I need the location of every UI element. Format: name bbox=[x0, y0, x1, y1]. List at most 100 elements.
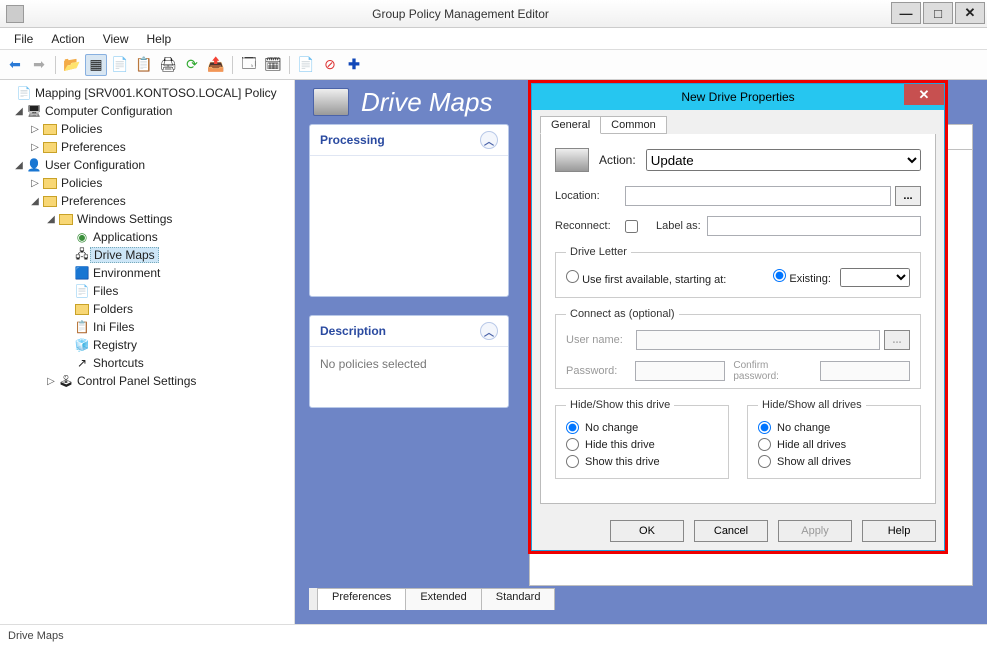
tree-computer-config[interactable]: ◢ 🖥 Computer Configuration bbox=[0, 102, 294, 120]
toolbar-separator bbox=[232, 56, 233, 74]
expander-icon[interactable]: ◢ bbox=[28, 196, 42, 207]
expander-icon[interactable]: ▷ bbox=[28, 178, 42, 189]
menu-file[interactable]: File bbox=[6, 30, 41, 48]
tree-environment[interactable]: 🟦 Environment bbox=[0, 264, 294, 282]
tree-root[interactable]: 📄 Mapping [SRV001.KONTOSO.LOCAL] Policy bbox=[0, 84, 294, 102]
minimize-button[interactable]: — bbox=[891, 2, 921, 24]
show-this-radio[interactable] bbox=[566, 455, 579, 468]
reconnect-checkbox[interactable] bbox=[625, 220, 638, 233]
tree-user-config[interactable]: ◢ 👤 User Configuration bbox=[0, 156, 294, 174]
close-button[interactable]: ✕ bbox=[955, 2, 985, 24]
location-input[interactable] bbox=[625, 186, 891, 206]
folders-icon bbox=[74, 301, 90, 317]
enable-button[interactable]: 📄 bbox=[295, 54, 317, 76]
back-button[interactable]: ⬅ bbox=[4, 54, 26, 76]
print-button[interactable]: 🖨 bbox=[157, 54, 179, 76]
username-browse-button: ... bbox=[884, 330, 910, 350]
browse-button[interactable]: ... bbox=[895, 186, 921, 206]
existing-label: Existing: bbox=[789, 273, 831, 285]
hide-all-legend: Hide/Show all drives bbox=[758, 399, 866, 411]
tree-files[interactable]: 📄 Files bbox=[0, 282, 294, 300]
tree-label: Folders bbox=[93, 302, 133, 316]
forward-button[interactable]: ➡ bbox=[28, 54, 50, 76]
ok-button[interactable]: OK bbox=[610, 520, 684, 542]
dialog-close-button[interactable]: ✕ bbox=[904, 84, 944, 105]
menu-action[interactable]: Action bbox=[43, 30, 92, 48]
description-panel-body: No policies selected bbox=[310, 347, 508, 407]
hide-this-radio[interactable] bbox=[566, 438, 579, 451]
tree-pane[interactable]: 📄 Mapping [SRV001.KONTOSO.LOCAL] Policy … bbox=[0, 80, 295, 624]
help-button[interactable]: Help bbox=[862, 520, 936, 542]
action-select[interactable]: Update bbox=[646, 149, 921, 171]
use-first-radio[interactable] bbox=[566, 270, 579, 283]
tree-control-panel[interactable]: ▷ 🕹 Control Panel Settings bbox=[0, 372, 294, 390]
folder-icon bbox=[42, 175, 58, 191]
menu-view[interactable]: View bbox=[95, 30, 137, 48]
chevron-up-icon[interactable]: ︿ bbox=[480, 131, 498, 149]
tree-label: Windows Settings bbox=[77, 212, 172, 226]
hide-this-legend: Hide/Show this drive bbox=[566, 399, 674, 411]
tree-cc-preferences[interactable]: ▷ Preferences bbox=[0, 138, 294, 156]
tab-preferences[interactable]: Preferences bbox=[317, 588, 406, 610]
no-change-this-radio[interactable] bbox=[566, 421, 579, 434]
paste-button[interactable]: 📋 bbox=[133, 54, 155, 76]
tree-label: Shortcuts bbox=[93, 356, 144, 370]
description-panel-header[interactable]: Description ︿ bbox=[310, 316, 508, 347]
tab-standard[interactable]: Standard bbox=[481, 588, 556, 610]
tree-drive-maps[interactable]: 🖧 Drive Maps bbox=[0, 246, 294, 264]
tree-label: Drive Maps bbox=[90, 247, 159, 263]
maximize-button[interactable]: □ bbox=[923, 2, 953, 24]
new-button[interactable]: ✚ bbox=[343, 54, 365, 76]
drive-letter-select[interactable] bbox=[840, 268, 910, 287]
radio-label: No change bbox=[777, 422, 830, 434]
tree-uc-policies[interactable]: ▷ Policies bbox=[0, 174, 294, 192]
stop-button[interactable]: ⊘ bbox=[319, 54, 341, 76]
label-as-input[interactable] bbox=[707, 216, 921, 236]
show-all-radio[interactable] bbox=[758, 455, 771, 468]
reconnect-label: Reconnect: bbox=[555, 220, 625, 232]
up-button[interactable]: 📂 bbox=[61, 54, 83, 76]
tree-windows-settings[interactable]: ◢ Windows Settings bbox=[0, 210, 294, 228]
menu-help[interactable]: Help bbox=[139, 30, 180, 48]
expander-icon[interactable]: ◢ bbox=[44, 214, 58, 225]
properties-button[interactable]: 🗔 bbox=[238, 54, 260, 76]
export-button[interactable]: 📤 bbox=[205, 54, 227, 76]
expander-icon[interactable]: ◢ bbox=[12, 106, 26, 117]
tree-cc-policies[interactable]: ▷ Policies bbox=[0, 120, 294, 138]
tree-ini-files[interactable]: 📋 Ini Files bbox=[0, 318, 294, 336]
show-hide-tree-button[interactable]: ▦ bbox=[85, 54, 107, 76]
dialog-title-bar[interactable]: New Drive Properties ✕ bbox=[532, 84, 944, 110]
tree-uc-preferences[interactable]: ◢ Preferences bbox=[0, 192, 294, 210]
tree-label: Environment bbox=[93, 266, 160, 280]
tree-registry[interactable]: 🧊 Registry bbox=[0, 336, 294, 354]
dialog-tabs: General Common bbox=[532, 110, 944, 134]
environment-icon: 🟦 bbox=[74, 265, 90, 281]
existing-radio[interactable] bbox=[773, 269, 786, 282]
processing-panel-header[interactable]: Processing ︿ bbox=[310, 125, 508, 156]
tree-shortcuts[interactable]: ↗ Shortcuts bbox=[0, 354, 294, 372]
applications-icon: ◉ bbox=[74, 229, 90, 245]
policy-icon: 📄 bbox=[16, 85, 32, 101]
tab-general[interactable]: General bbox=[540, 116, 601, 134]
expander-icon[interactable]: ▷ bbox=[28, 124, 42, 135]
status-text: Drive Maps bbox=[8, 630, 64, 642]
cancel-button[interactable]: Cancel bbox=[694, 520, 768, 542]
no-change-all-radio[interactable] bbox=[758, 421, 771, 434]
copy-button[interactable]: 📄 bbox=[109, 54, 131, 76]
expander-icon[interactable]: ▷ bbox=[44, 376, 58, 387]
dialog-body: Action: Update Location: ... Reconnect: bbox=[540, 134, 936, 504]
tab-extended[interactable]: Extended bbox=[405, 588, 481, 610]
tree-folders[interactable]: Folders bbox=[0, 300, 294, 318]
hide-all-radio[interactable] bbox=[758, 438, 771, 451]
refresh-button[interactable]: ⟳ bbox=[181, 54, 203, 76]
tree-label: Preferences bbox=[61, 140, 126, 154]
chevron-up-icon[interactable]: ︿ bbox=[480, 322, 498, 340]
radio-label: No change bbox=[585, 422, 638, 434]
tab-common[interactable]: Common bbox=[600, 116, 667, 134]
filter-button[interactable]: 🗓 bbox=[262, 54, 284, 76]
expander-icon[interactable]: ▷ bbox=[28, 142, 42, 153]
expander-icon[interactable]: ◢ bbox=[12, 160, 26, 171]
drive-letter-legend: Drive Letter bbox=[566, 246, 631, 258]
tree-applications[interactable]: ◉ Applications bbox=[0, 228, 294, 246]
window-title: Group Policy Management Editor bbox=[30, 7, 891, 21]
